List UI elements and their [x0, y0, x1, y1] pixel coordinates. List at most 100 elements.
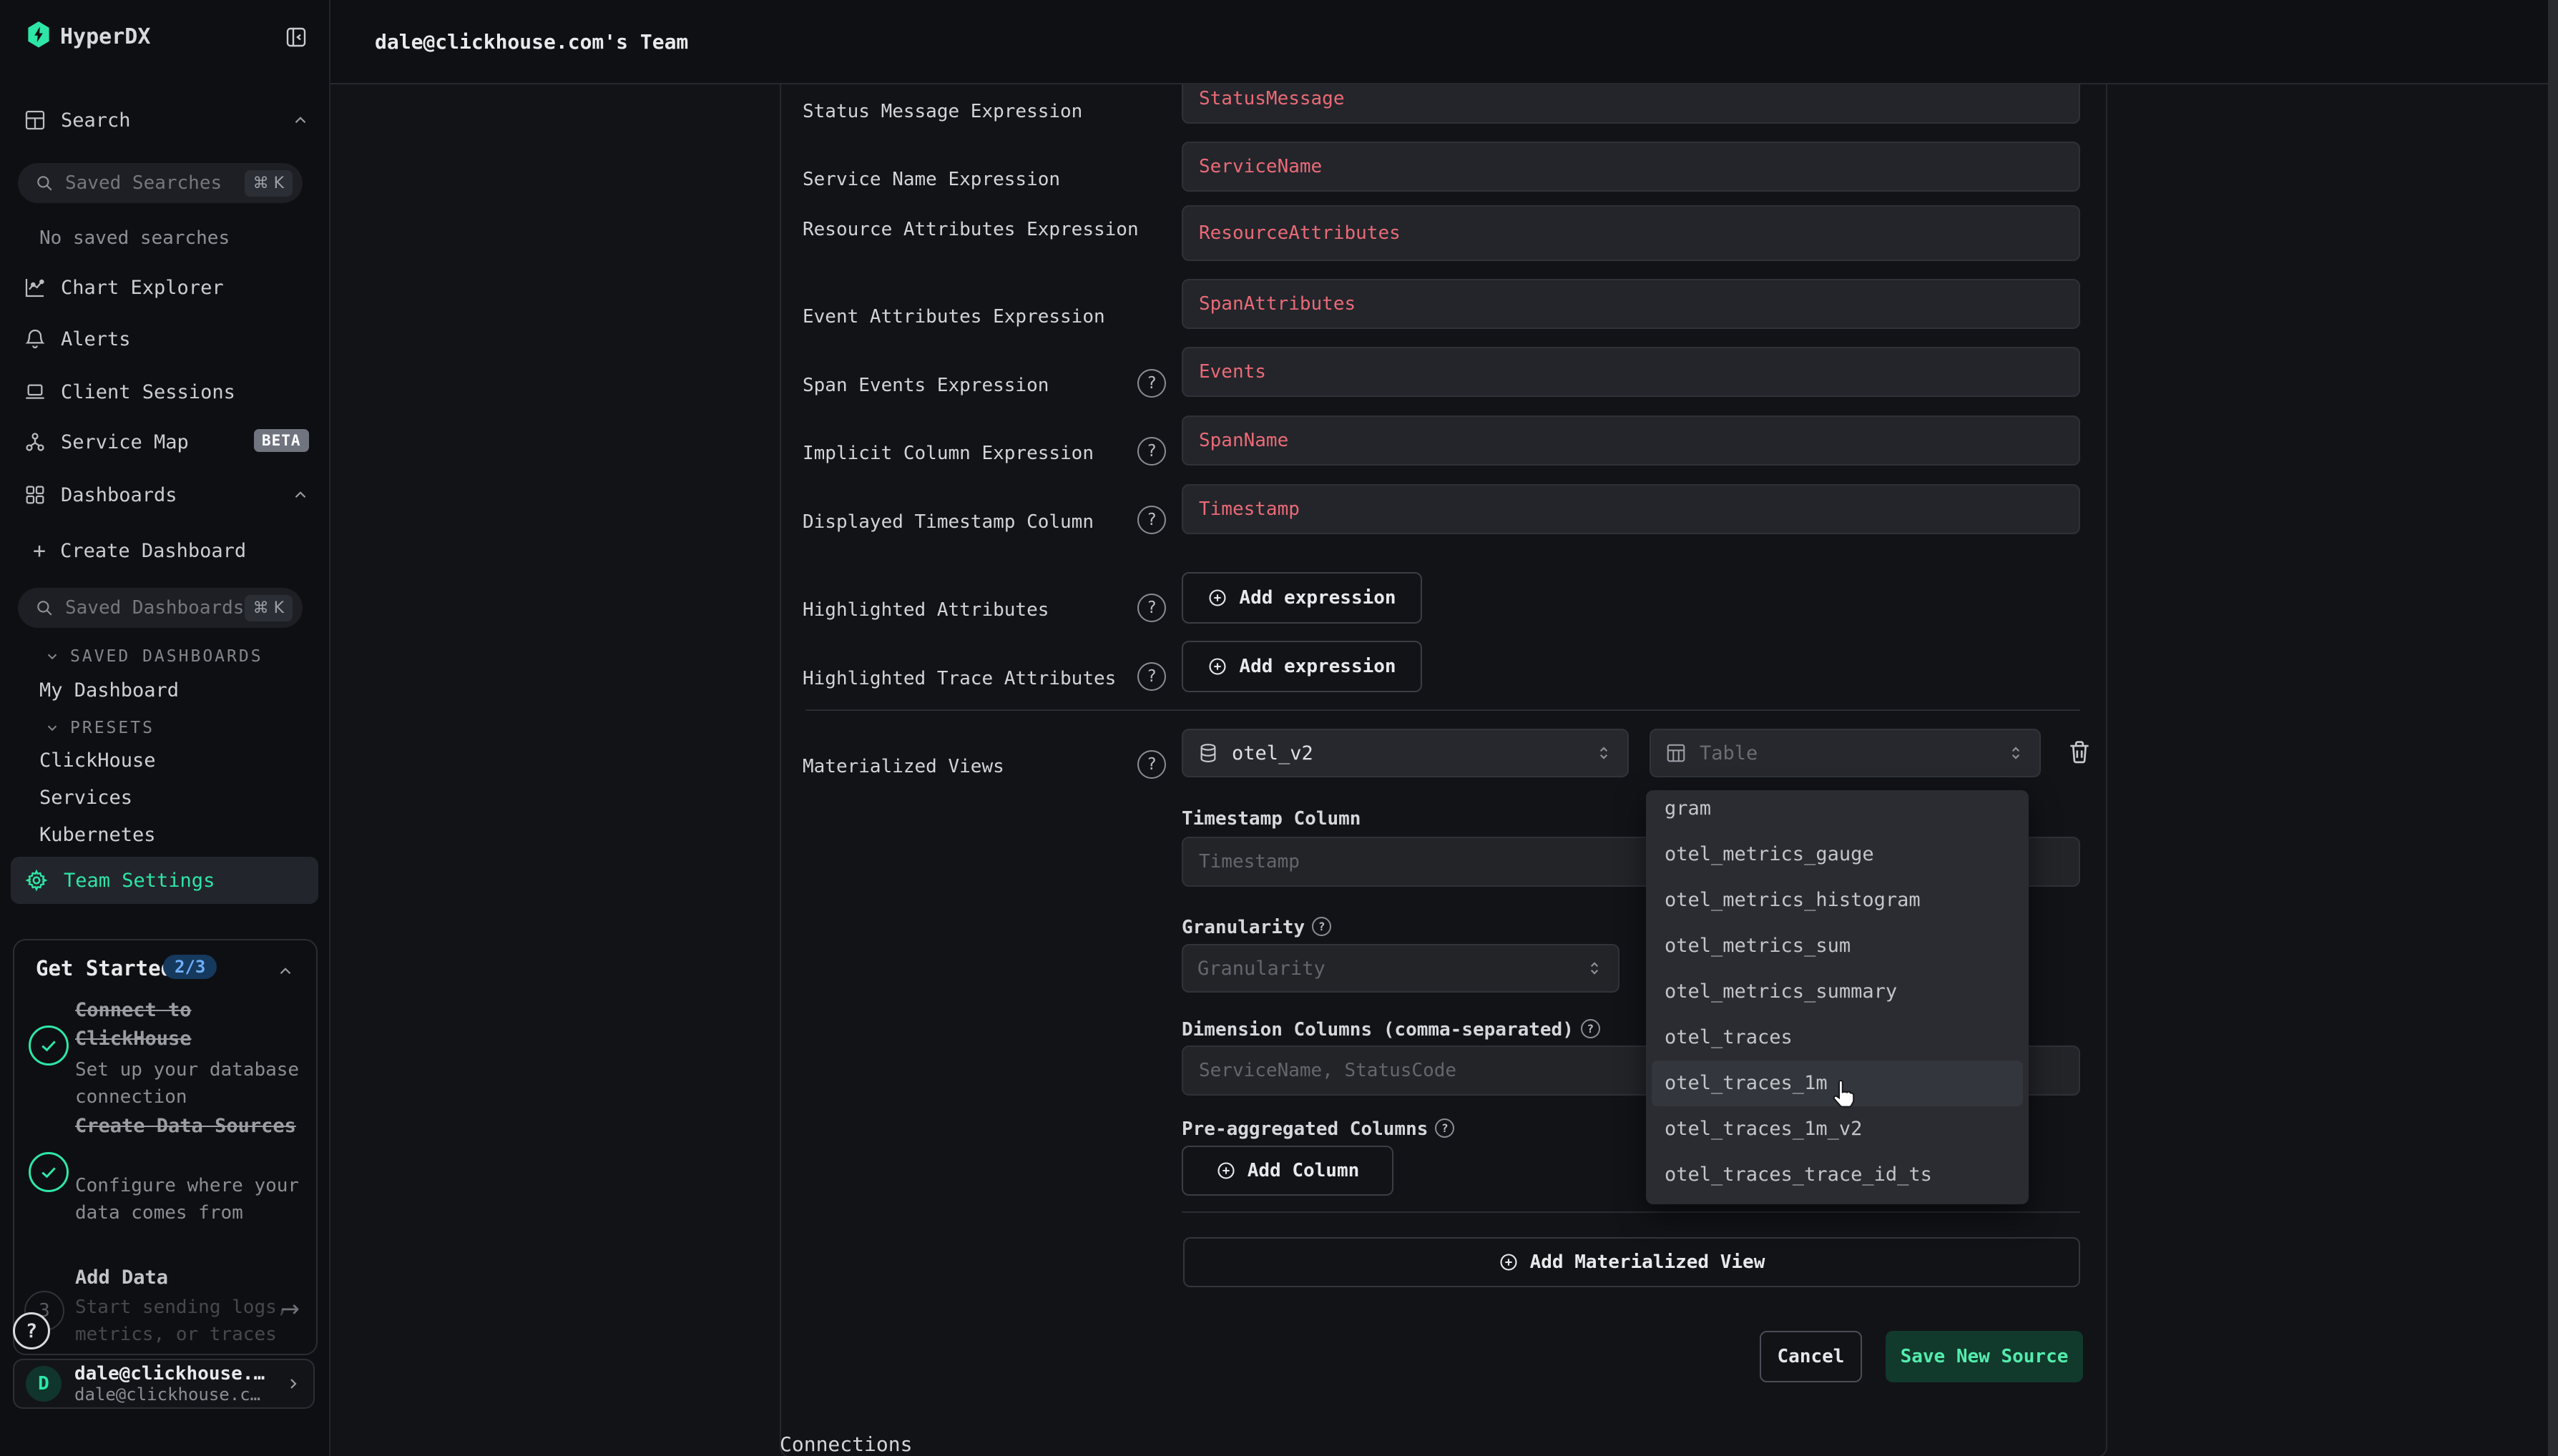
help-icon[interactable]: ? [1137, 369, 1166, 398]
span-events-expression-input[interactable]: Events [1182, 347, 2080, 397]
implicit-column-expression-input[interactable]: SpanName [1182, 415, 2080, 466]
dashboards-icon [24, 483, 46, 506]
saved-searches-input[interactable]: Saved Searches ⌘ K [18, 163, 303, 203]
button-label: Add expression [1239, 587, 1396, 609]
add-column-button[interactable]: Add Column [1182, 1146, 1393, 1196]
plus-icon: + [33, 538, 46, 564]
field-label: Event Attributes Expression [803, 303, 1139, 330]
field-label: Resource Attributes Expression [803, 216, 1139, 243]
plus-circle-icon [1499, 1252, 1519, 1272]
field-label: Highlighted Trace Attributes [803, 665, 1139, 692]
dropdown-option-hovered[interactable]: otel_traces_1m [1652, 1061, 2023, 1106]
chevron-up-icon [291, 111, 310, 129]
get-started-step-desc: Set up your database connection [75, 1056, 311, 1111]
saved-dashboards-input[interactable]: Saved Dashboards ⌘ K [18, 588, 303, 628]
field-label: Status Message Expression [803, 98, 1139, 125]
help-button[interactable]: ? [13, 1312, 50, 1349]
service-name-expression-input[interactable]: ServiceName [1182, 142, 2080, 192]
create-dashboard-button[interactable]: + Create Dashboard [33, 538, 246, 564]
sidebar-item-label: Service Map [61, 431, 189, 453]
dropdown-option[interactable]: otel_traces [1652, 1015, 2023, 1061]
get-started-panel: Get Started 2/3 Connect to ClickHouse Se… [13, 939, 318, 1355]
sidebar-item-my-dashboard[interactable]: My Dashboard [39, 679, 179, 702]
add-expression-button[interactable]: Add expression [1182, 641, 1422, 692]
event-attributes-expression-input[interactable]: SpanAttributes [1182, 279, 2080, 329]
gear-icon [25, 869, 48, 892]
sidebar-item-chart-explorer[interactable]: Chart Explorer [24, 275, 224, 300]
plus-circle-icon [1207, 588, 1227, 608]
presets-section[interactable]: PRESETS [44, 719, 155, 737]
cancel-button[interactable]: Cancel [1760, 1331, 1862, 1382]
field-value: ResourceAttributes [1199, 222, 1401, 244]
plus-circle-icon [1207, 656, 1227, 677]
displayed-timestamp-column-input[interactable]: Timestamp [1182, 484, 2080, 534]
help-icon[interactable]: ? [1137, 506, 1166, 534]
materialized-view-table-select[interactable]: Table [1650, 729, 2041, 777]
dropdown-option[interactable]: otel_traces_trace_id_ts [1652, 1152, 2023, 1198]
sidebar-item-clickhouse[interactable]: ClickHouse [39, 749, 156, 772]
dropdown-option[interactable]: gram [1652, 790, 2023, 832]
divider [805, 709, 2080, 711]
resource-attributes-expression-input[interactable]: ResourceAttributes [1182, 205, 2080, 261]
chevron-right-icon [285, 1375, 302, 1392]
sidebar-item-alerts[interactable]: Alerts [24, 326, 131, 352]
help-icon[interactable]: ? [1137, 594, 1166, 622]
sidebar-item-services[interactable]: Services [39, 787, 132, 809]
user-menu[interactable]: D dale@clickhouse.… dale@clickhouse.c… [13, 1359, 315, 1409]
search-icon [35, 599, 54, 617]
sidebar-item-team-settings[interactable]: Team Settings [11, 857, 318, 904]
materialized-view-database-select[interactable]: otel_v2 [1182, 729, 1629, 777]
granularity-select[interactable]: Granularity [1182, 944, 1619, 993]
save-new-source-button[interactable]: Save New Source [1886, 1331, 2083, 1382]
chevron-down-icon [44, 720, 60, 736]
add-materialized-view-button[interactable]: Add Materialized View [1183, 1237, 2080, 1287]
dropdown-option[interactable]: otel_metrics_histogram [1652, 877, 2023, 923]
get-started-step-title[interactable]: Connect to ClickHouse [75, 996, 311, 1053]
help-icon[interactable]: ? [1137, 662, 1166, 691]
scrollbar[interactable] [2548, 0, 2558, 1456]
sidebar-item-kubernetes[interactable]: Kubernetes [39, 824, 156, 846]
brand-name: HyperDX [60, 24, 150, 49]
team-settings-label: Team Settings [64, 870, 215, 892]
sidebar-item-dashboards[interactable]: Dashboards [24, 482, 310, 508]
dropdown-option[interactable]: otel_traces_1m_v2 [1652, 1106, 2023, 1152]
field-value: ServiceName [1199, 156, 1322, 177]
chevron-up-icon[interactable] [276, 962, 295, 980]
sidebar-item-label: Chart Explorer [61, 277, 224, 299]
dropdown-option[interactable]: otel_metrics_sum [1652, 923, 2023, 969]
sidebar-item-client-sessions[interactable]: Client Sessions [24, 379, 235, 405]
sidebar: HyperDX Search Saved Searches ⌘ K No sav… [0, 0, 330, 1456]
select-chevrons-icon [2006, 744, 2025, 762]
get-started-title: Get Started [36, 956, 173, 980]
label-text: Granularity [1182, 917, 1305, 938]
help-icon[interactable]: ? [1312, 917, 1331, 936]
help-icon[interactable]: ? [1137, 437, 1166, 466]
table-placeholder: Table [1700, 742, 1758, 764]
saved-dashboards-section[interactable]: SAVED DASHBOARDS [44, 647, 263, 666]
help-icon[interactable]: ? [1435, 1118, 1454, 1138]
get-started-step-title[interactable]: Create Data Sources [75, 1112, 311, 1141]
sidebar-item-service-map[interactable]: Service Map [24, 429, 189, 455]
delete-materialized-view-button[interactable] [2066, 738, 2093, 768]
arrow-right-icon[interactable]: → [280, 1295, 300, 1322]
dropdown-option[interactable]: otel_metrics_summary [1652, 969, 2023, 1015]
status-message-expression-input[interactable]: StatusMessage [1182, 84, 2080, 124]
chevron-up-icon [291, 486, 310, 504]
service-map-icon [24, 431, 46, 453]
check-circle-icon [29, 1025, 69, 1066]
user-name: dale@clickhouse.… [74, 1363, 272, 1384]
select-chevrons-icon [1594, 744, 1613, 762]
add-expression-button[interactable]: Add expression [1182, 572, 1422, 624]
dropdown-option[interactable]: otel_metrics_gauge [1652, 832, 2023, 877]
field-label: Displayed Timestamp Column [803, 508, 1139, 536]
hyperdx-logo-icon [26, 21, 52, 51]
sidebar-item-search[interactable]: Search [24, 107, 310, 133]
collapse-sidebar-icon[interactable] [285, 26, 308, 51]
help-icon[interactable]: ? [1137, 750, 1166, 779]
field-label: Service Name Expression [803, 166, 1139, 193]
help-icon[interactable]: ? [1581, 1019, 1600, 1038]
get-started-step-title[interactable]: Add Data [75, 1264, 311, 1292]
get-started-step-desc: Start sending logs, metrics, or traces [75, 1294, 311, 1348]
sidebar-item-label: Search [61, 109, 131, 132]
field-value: Events [1199, 361, 1266, 383]
